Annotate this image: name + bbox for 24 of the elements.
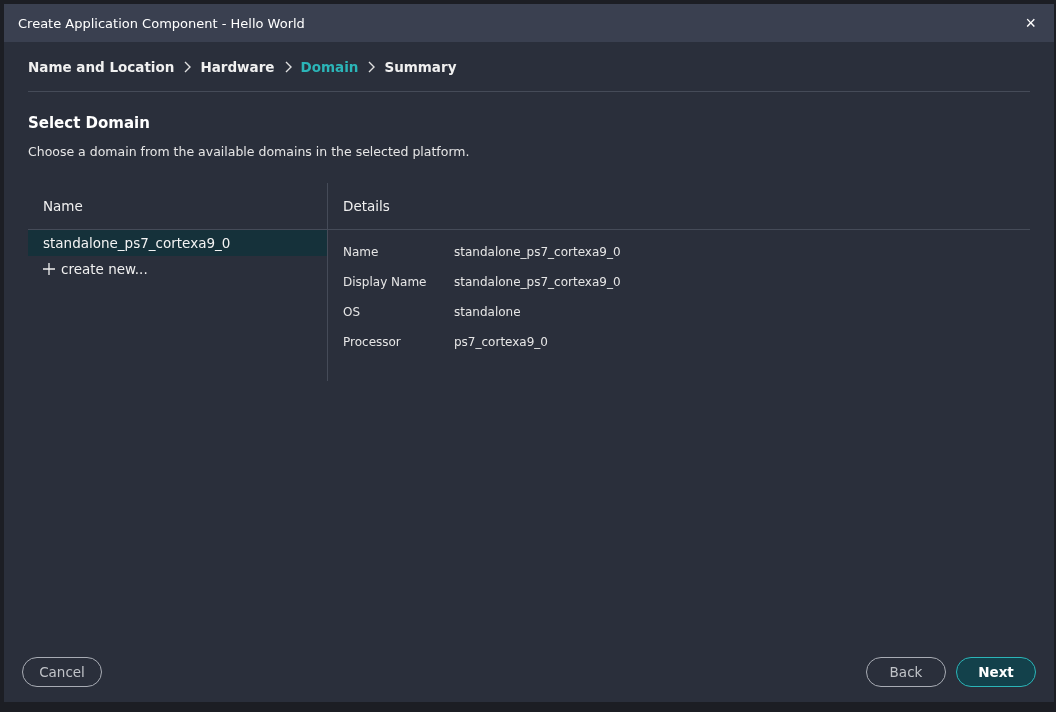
detail-label: Display Name bbox=[343, 274, 428, 290]
domain-item[interactable]: standalone_ps7_cortexa9_0 bbox=[28, 230, 327, 256]
detail-label: Name bbox=[343, 244, 380, 260]
chevron-icon bbox=[182, 60, 193, 73]
create-new-link[interactable]: create new... bbox=[28, 256, 327, 282]
create-new-label: create new... bbox=[61, 261, 148, 277]
detail-value: standalone_ps7_cortexa9_0 bbox=[454, 274, 622, 290]
plus-icon bbox=[43, 263, 55, 275]
detail-value: standalone_ps7_cortexa9_0 bbox=[454, 244, 622, 260]
close-button[interactable]: × bbox=[1021, 14, 1040, 32]
wizard-step[interactable]: Name and Location bbox=[28, 58, 175, 75]
chevron-icon bbox=[366, 60, 377, 73]
detail-value: ps7_cortexa9_0 bbox=[454, 334, 549, 350]
next-button[interactable]: Next bbox=[956, 657, 1036, 687]
section-heading: Select Domain bbox=[28, 114, 151, 132]
wizard-step[interactable]: Domain bbox=[300, 58, 359, 75]
description-text: Choose a domain from the available domains in the selected platform. bbox=[28, 144, 471, 159]
detail-label: Processor bbox=[343, 334, 402, 350]
detail-value: standalone bbox=[454, 304, 522, 320]
wizard-step[interactable]: Summary bbox=[384, 58, 457, 75]
wizard-step[interactable]: Hardware bbox=[200, 58, 275, 75]
column-header: Details bbox=[328, 183, 1030, 230]
detail-label: OS bbox=[343, 304, 362, 320]
window-title: Create Application Component - Hello World bbox=[18, 15, 305, 31]
